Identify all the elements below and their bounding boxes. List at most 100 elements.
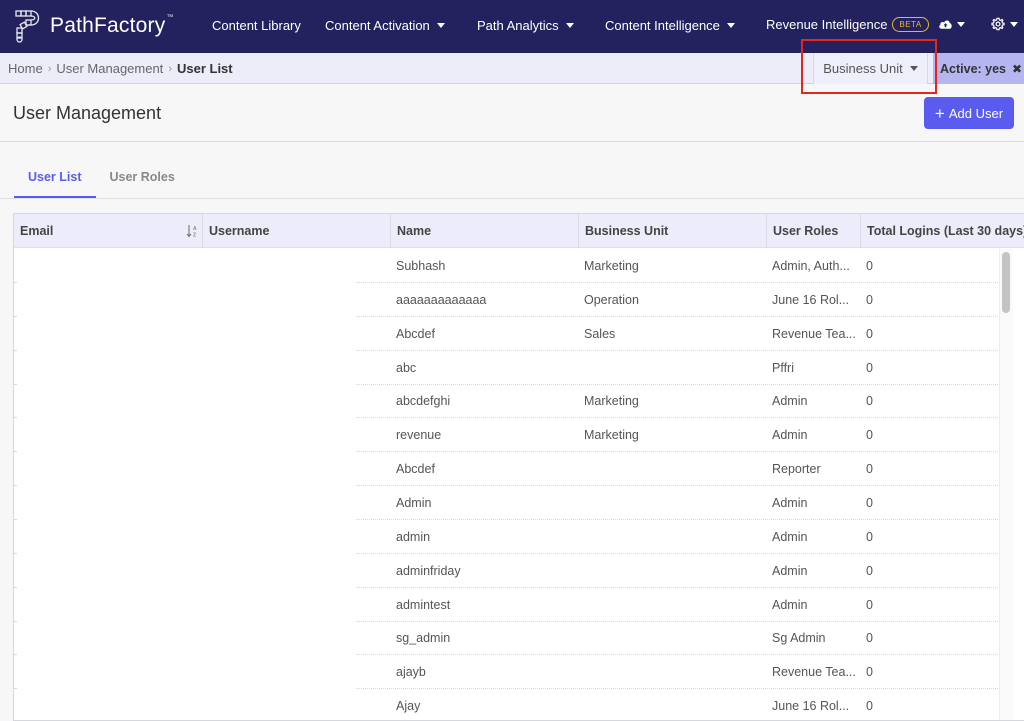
cell-name: admintest (396, 597, 451, 612)
table-row[interactable]: admintest Admin 0 (14, 588, 1004, 622)
cell-user-roles: Pffri (772, 360, 794, 375)
caret-down-icon (957, 21, 965, 27)
cell-total-logins: 0 (866, 326, 873, 341)
cell-email (20, 520, 200, 554)
cell-email (20, 317, 200, 351)
pathfactory-logo-icon (15, 10, 40, 43)
nav-content-intelligence[interactable]: Content Intelligence (605, 18, 735, 33)
nav-label: Path Analytics (477, 18, 559, 33)
breadcrumb-separator: › (47, 62, 52, 75)
column-header-total-logins[interactable]: Total Logins (Last 30 days) (861, 214, 1024, 248)
upload-menu-button[interactable] (938, 18, 965, 30)
caret-down-icon (565, 23, 574, 28)
cell-total-logins: 0 (866, 665, 873, 680)
breadcrumb-home[interactable]: Home (8, 61, 43, 76)
active-filter-chip[interactable]: Active: yes ✖ (933, 53, 1024, 84)
top-navigation-bar: PathFactory™ Content Library Content Act… (0, 0, 1024, 53)
settings-menu-button[interactable] (991, 17, 1018, 31)
breadcrumb-user-management[interactable]: User Management (56, 61, 163, 76)
cell-business-unit (584, 486, 764, 520)
tab-user-list[interactable]: User List (14, 160, 96, 198)
close-icon[interactable]: ✖ (1012, 62, 1022, 76)
user-table: Email AZ Username Name Business Unit Use… (13, 213, 1024, 721)
cell-total-logins: 0 (866, 699, 873, 714)
cell-name: abcdefghi (396, 394, 451, 409)
cell-user-roles: Sg Admin (772, 631, 826, 646)
cell-user-roles: June 16 Rol... (772, 699, 850, 714)
plus-icon: + (934, 103, 945, 123)
cell-email (20, 351, 200, 385)
cell-username (209, 520, 389, 554)
cell-total-logins: 0 (866, 259, 873, 273)
cell-total-logins: 0 (866, 394, 873, 409)
cell-name: aaaaaaaaaaaaa (396, 292, 487, 307)
nav-path-analytics[interactable]: Path Analytics (477, 18, 574, 33)
cell-email (20, 689, 200, 720)
table-row[interactable]: abcdefghi Marketing Admin 0 (14, 384, 1004, 419)
pathfactory-logo[interactable]: PathFactory™ (14, 9, 174, 43)
table-row[interactable]: admin Admin 0 (14, 520, 1004, 554)
cell-user-roles: Admin (772, 563, 808, 578)
table-row[interactable]: Ajay June 16 Rol... 0 (14, 689, 1004, 720)
nav-content-activation[interactable]: Content Activation (325, 18, 445, 33)
cell-email (20, 554, 200, 588)
cell-total-logins: 0 (866, 428, 873, 443)
table-row[interactable]: Abcdef Sales Revenue Tea... 0 (14, 317, 1004, 351)
cell-username (209, 317, 389, 351)
column-header-user-roles[interactable]: User Roles (767, 214, 861, 248)
nav-revenue-intelligence[interactable]: Revenue Intelligence BETA (766, 17, 929, 32)
breadcrumb-separator: › (168, 62, 172, 75)
tabs-divider (0, 198, 1024, 199)
cell-user-roles: Admin (772, 394, 808, 409)
table-row[interactable]: sg_admin Sg Admin 0 (14, 621, 1004, 656)
cell-business-unit: Sales (584, 326, 616, 341)
cell-user-roles: Admin (772, 495, 808, 510)
cell-total-logins: 0 (866, 631, 873, 646)
table-row[interactable]: Abcdef Reporter 0 (14, 452, 1004, 487)
svg-text:Z: Z (193, 233, 196, 239)
cell-username (209, 689, 389, 720)
table-row[interactable]: Subhash Marketing Admin, Auth... 0 (14, 249, 1004, 283)
cell-email (20, 452, 200, 486)
nav-content-library[interactable]: Content Library (212, 18, 301, 33)
business-unit-filter-label: Business Unit (823, 61, 903, 76)
table-row[interactable]: abc Pffri 0 (14, 351, 1004, 385)
table-header: Email AZ Username Name Business Unit Use… (14, 214, 1024, 248)
column-header-business-unit[interactable]: Business Unit (579, 214, 767, 248)
cell-username (209, 655, 389, 689)
cell-business-unit (584, 655, 764, 689)
column-header-email[interactable]: Email AZ (14, 214, 203, 248)
table-row[interactable]: Admin Admin 0 (14, 486, 1004, 520)
cell-name: Abcdef (396, 326, 435, 341)
scrollbar-thumb[interactable] (1002, 252, 1010, 313)
cell-name: ajayb (396, 665, 426, 680)
cell-total-logins: 0 (866, 495, 873, 510)
table-row[interactable]: adminfriday Admin 0 (14, 554, 1004, 588)
cell-business-unit: Marketing (584, 259, 639, 273)
cell-business-unit: Operation (584, 292, 639, 307)
cell-name: revenue (396, 428, 442, 443)
cell-email (20, 486, 200, 520)
business-unit-filter-dropdown[interactable]: Business Unit (813, 53, 928, 84)
column-header-username[interactable]: Username (203, 214, 391, 248)
table-row[interactable]: ajayb Revenue Tea... 0 (14, 655, 1004, 690)
nav-label: Revenue Intelligence (766, 17, 888, 32)
cell-email (20, 655, 200, 689)
vertical-scrollbar[interactable] (999, 249, 1013, 720)
table-row[interactable]: revenue Marketing Admin 0 (14, 418, 1004, 453)
table-row[interactable]: aaaaaaaaaaaaa Operation June 16 Rol... 0 (14, 283, 1004, 317)
cloud-upload-icon (939, 20, 952, 29)
cell-user-roles: Revenue Tea... (772, 665, 856, 680)
cell-business-unit (584, 689, 764, 720)
column-header-name[interactable]: Name (391, 214, 579, 248)
cell-username (209, 486, 389, 520)
cell-name: Subhash (396, 259, 446, 273)
tab-user-roles[interactable]: User Roles (96, 160, 189, 198)
nav-label: Content Library (212, 18, 301, 33)
column-header-label: Business Unit (585, 224, 669, 238)
cell-user-roles: Admin (772, 529, 808, 544)
cell-total-logins: 0 (866, 529, 873, 544)
cell-email (20, 249, 200, 283)
add-user-button[interactable]: + Add User (924, 97, 1014, 129)
sort-ascending-icon[interactable]: AZ (186, 224, 198, 238)
